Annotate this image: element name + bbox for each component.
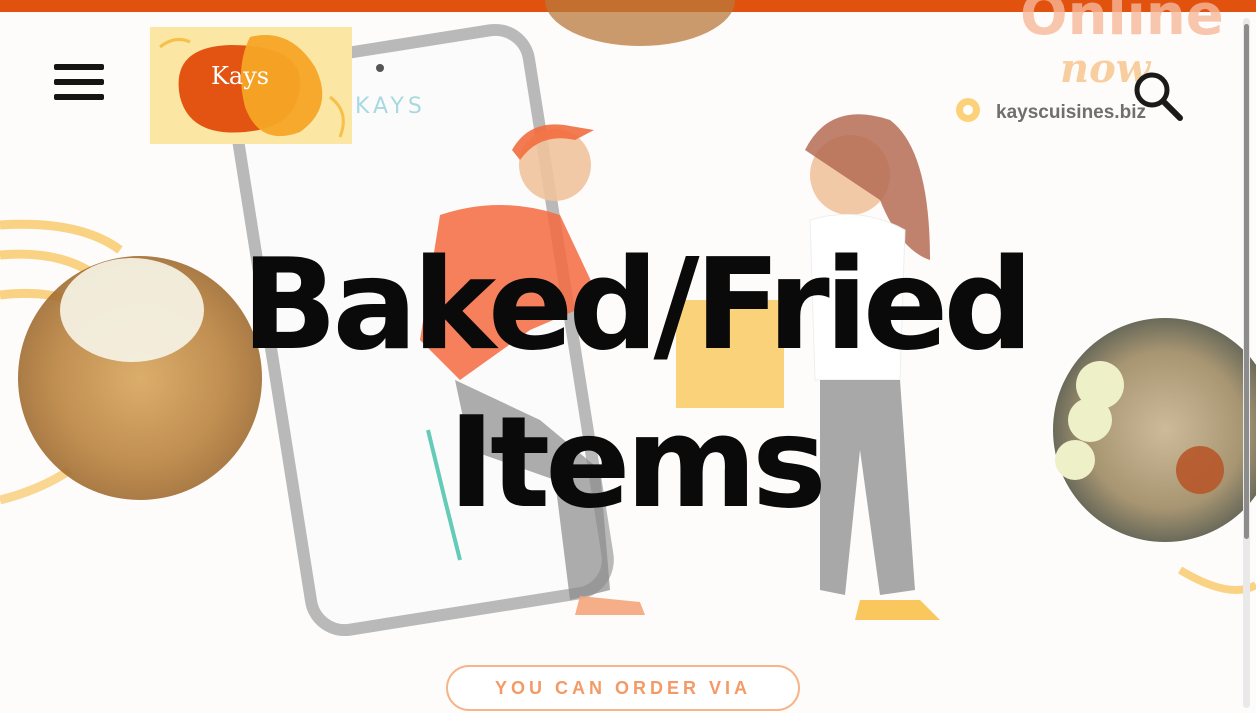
- hamburger-menu-button[interactable]: [48, 58, 110, 108]
- page-title-line-2: Items: [448, 389, 827, 536]
- logo-text: Kays: [211, 62, 270, 90]
- scrollbar-thumb[interactable]: [1244, 24, 1249, 539]
- menu-bar-1: [54, 64, 104, 70]
- menu-bar-2: [54, 79, 104, 85]
- page-title-line-1: Baked/Fried: [241, 231, 1033, 378]
- menu-bar-3: [54, 94, 104, 100]
- online-decor-text: Online: [1020, 0, 1224, 48]
- phone-screen-brand-text: KAYS: [355, 94, 426, 119]
- page-title: Baked/Fried Items: [170, 226, 1100, 542]
- page: Online now KAYS Kays kayscuisines.biz Ba…: [0, 0, 1256, 713]
- site-url: kayscuisines.biz: [996, 102, 1146, 123]
- order-via-button[interactable]: YOU CAN ORDER VIA: [446, 665, 800, 711]
- top-food-plate: [545, 0, 735, 46]
